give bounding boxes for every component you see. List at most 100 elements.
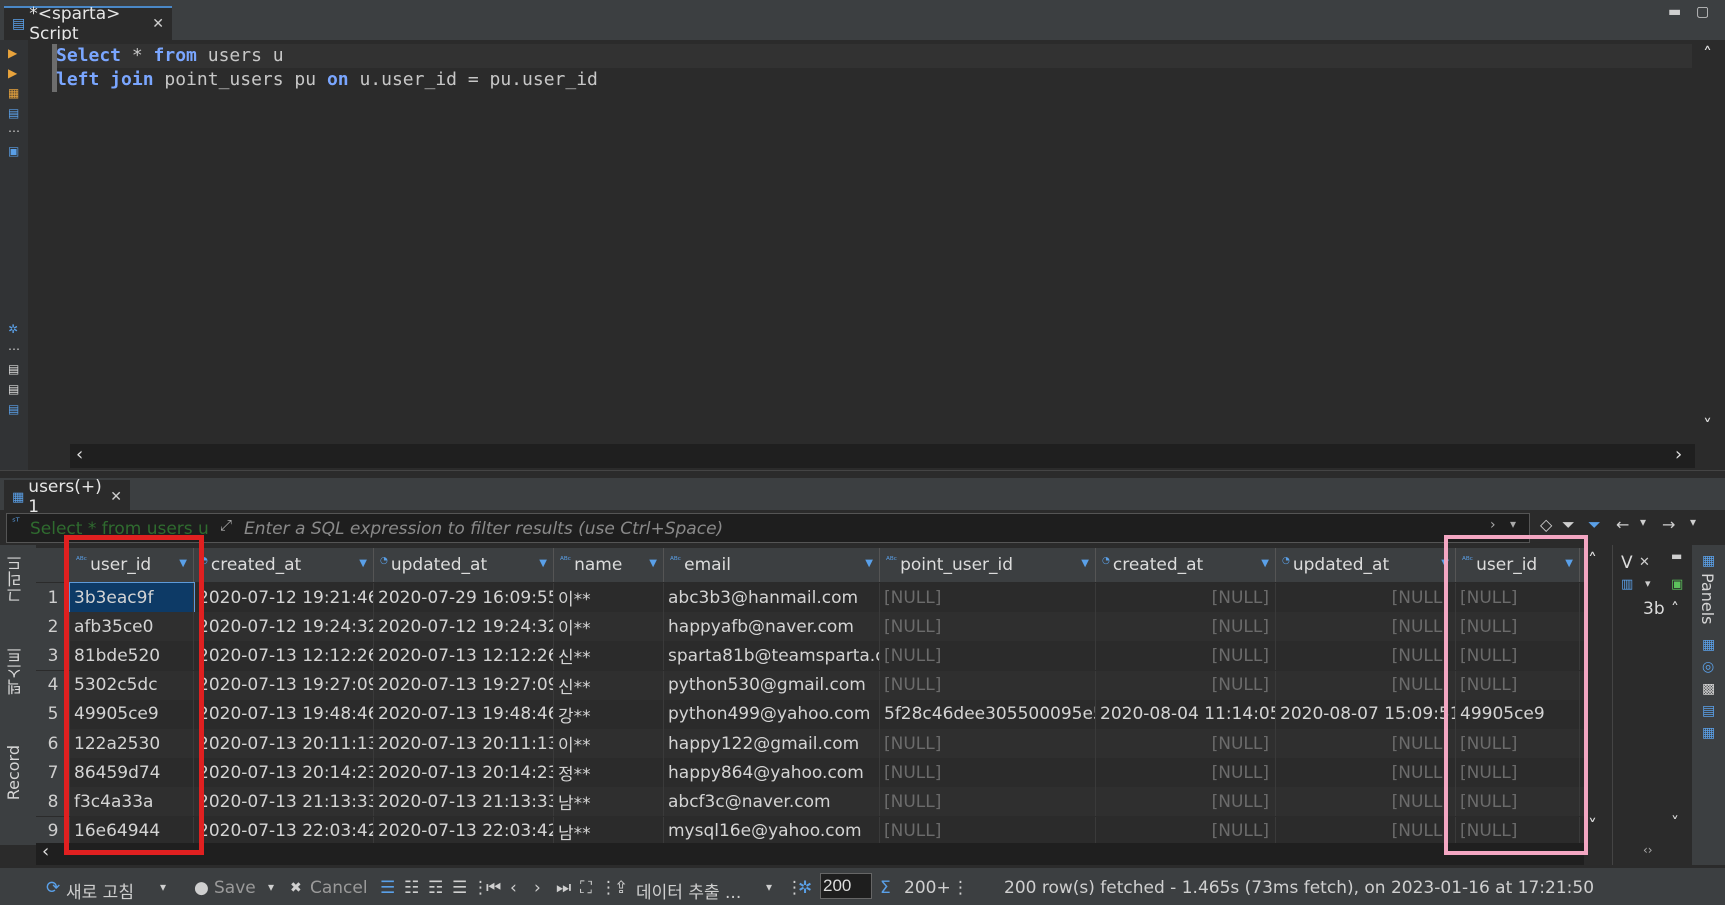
column-header-updated-at-2[interactable]: ◔ updated_at ▼ [1276, 548, 1456, 582]
execute-script-icon[interactable]: ▦ [8, 87, 20, 99]
sort-dropdown-icon[interactable]: ▼ [649, 558, 657, 569]
refresh-button[interactable]: 새로 고침 [66, 878, 134, 903]
cell-point-user-id[interactable]: 5f28c46dee305500095e5 [880, 699, 1096, 729]
chart-icon[interactable]: ▦ [1702, 725, 1715, 741]
add-row-icon[interactable]: ☷ [404, 878, 419, 898]
more-icon[interactable]: ⋮ [952, 878, 969, 898]
cell-created-at[interactable]: 2020-07-13 22:03:42 [194, 816, 374, 846]
fetch-count-icon[interactable]: Σ [880, 878, 891, 898]
cell-email[interactable]: abc3b3@hanmail.com [664, 583, 880, 612]
scroll-right-icon[interactable]: › [1675, 444, 1682, 465]
tab-grid[interactable]: 그리드 [4, 555, 28, 603]
close-icon[interactable]: ✕ [110, 489, 122, 505]
cell-name[interactable]: 이** [554, 729, 664, 758]
expand-icon[interactable]: ⤢ [220, 516, 232, 534]
save-dropdown-icon[interactable]: ▾ [268, 880, 274, 894]
editor-horizontal-scrollbar[interactable]: ‹ › [70, 444, 1695, 468]
cell-created-at-2[interactable]: [NULL] [1096, 729, 1276, 758]
tab-record[interactable]: Record [4, 745, 23, 800]
filter-icon[interactable]: ⏷ [1562, 515, 1575, 535]
cell-point-user-id[interactable]: [NULL] [880, 787, 1096, 817]
calc-icon[interactable]: ▤ [1702, 703, 1715, 719]
cell-updated-at-2[interactable]: [NULL] [1276, 758, 1456, 788]
cell-name[interactable]: 신** [554, 641, 664, 671]
cell-created-at-2[interactable]: [NULL] [1096, 641, 1276, 671]
column-header-email[interactable]: ᴬᴮᶜ email ▼ [664, 548, 880, 582]
cell-created-at-2[interactable]: [NULL] [1096, 816, 1276, 846]
cell-updated-at-2[interactable]: [NULL] [1276, 729, 1456, 758]
panels-vertical-tab[interactable]: ▦ Panels ▦ ◎ ▩ ▤ ▦ [1692, 545, 1725, 865]
cell-point-user-id[interactable]: [NULL] [880, 612, 1096, 642]
cell-email[interactable]: python499@yahoo.com [664, 699, 880, 729]
export-dropdown-icon[interactable]: ▾ [766, 880, 772, 894]
scroll-up-icon[interactable]: ˄ [1671, 599, 1679, 618]
column-header-created-at[interactable]: ◔ created_at ▼ [194, 548, 374, 582]
cell-updated-at[interactable]: 2020-07-13 20:11:13 [374, 729, 554, 758]
cancel-button[interactable]: Cancel [310, 878, 368, 898]
cell-updated-at-2[interactable]: [NULL] [1276, 583, 1456, 612]
copy-row-icon[interactable]: ☶ [428, 878, 443, 898]
save-value-icon[interactable]: ▣ [1671, 577, 1683, 592]
first-page-icon[interactable]: ⏮ [486, 878, 501, 898]
cell-created-at[interactable]: 2020-07-13 12:12:26 [194, 641, 374, 671]
grid-horizontal-scrollbar[interactable]: ‹ [36, 841, 1584, 865]
cell-updated-at[interactable]: 2020-07-13 20:14:23 [374, 758, 554, 788]
cell-created-at[interactable]: 2020-07-13 19:48:46 [194, 699, 374, 729]
cell-updated-at[interactable]: 2020-07-13 22:03:42 [374, 816, 554, 846]
grouping-icon[interactable]: ▩ [1702, 681, 1715, 697]
cell-email[interactable]: mysql16e@yahoo.com [664, 816, 880, 846]
last-page-icon[interactable]: ⏭ [556, 878, 571, 898]
cell-updated-at-2[interactable]: [NULL] [1276, 641, 1456, 671]
table-row[interactable]: 8 f3c4a33a 2020-07-13 21:13:33 2020-07-13 2… [36, 787, 1584, 817]
maximize-icon[interactable]: ▢ [1696, 4, 1709, 20]
cell-created-at[interactable]: 2020-07-13 20:11:13 [194, 729, 374, 758]
next-page-icon[interactable]: › [534, 878, 541, 898]
dropdown-icon[interactable]: ▾ [1645, 577, 1651, 590]
execute-icon[interactable]: ▶ [8, 47, 20, 59]
cell-point-user-id[interactable]: [NULL] [880, 816, 1096, 846]
fetch-all-icon[interactable]: ⛶ [580, 878, 592, 898]
cell-name[interactable]: 이** [554, 612, 664, 642]
table-row[interactable]: 9 16e64944 2020-07-13 22:03:42 2020-07-13 2… [36, 816, 1584, 846]
file-icon[interactable]: ▤ [8, 363, 20, 375]
export-button[interactable]: 데이터 추출 ... [636, 878, 741, 903]
save-button[interactable]: Save [214, 878, 256, 898]
cell-created-at-2[interactable]: [NULL] [1096, 758, 1276, 788]
forward-icon[interactable]: → [1662, 515, 1675, 534]
cell-email[interactable]: sparta81b@teamsparta.co [664, 641, 880, 671]
cell-updated-at[interactable]: 2020-07-13 21:13:33 [374, 787, 554, 817]
table-row[interactable]: 3 81bde520 2020-07-13 12:12:26 2020-07-13 1… [36, 641, 1584, 671]
refresh-dropdown-icon[interactable]: ▾ [160, 880, 166, 894]
explain-plan-icon[interactable]: ▤ [8, 107, 20, 119]
cell-point-user-id[interactable]: [NULL] [880, 758, 1096, 788]
sort-dropdown-icon[interactable]: ▼ [539, 558, 547, 569]
settings-icon[interactable]: ✲ [8, 323, 20, 335]
minimize-icon[interactable]: ▬ [1668, 4, 1681, 20]
filter-apply-icon[interactable]: ⏷ [1588, 515, 1601, 535]
cell-created-at[interactable]: 2020-07-13 20:14:23 [194, 758, 374, 788]
column-header-point-user-id[interactable]: ᴬᴮᶜ point_user_id ▼ [880, 548, 1096, 582]
refresh-icon[interactable]: ⟳ [46, 878, 60, 898]
scroll-down-icon[interactable]: ˅ [1703, 416, 1712, 437]
filter-bar[interactable] [6, 513, 1530, 543]
back-dropdown-icon[interactable]: ▾ [1640, 515, 1646, 529]
cell-created-at[interactable]: 2020-07-12 19:21:46 [194, 583, 374, 612]
filter-input[interactable]: Enter a SQL expression to filter results… [244, 519, 723, 539]
column-header-updated-at[interactable]: ◔ updated_at ▼ [374, 548, 554, 582]
cell-updated-at[interactable]: 2020-07-29 16:09:55 [374, 583, 554, 612]
more-icon[interactable]: ⋯ [8, 125, 20, 137]
result-limit-input[interactable] [820, 873, 872, 899]
table-row[interactable]: 2 afb35ce0 2020-07-12 19:24:32 2020-07-12 1… [36, 612, 1584, 642]
cell-created-at[interactable]: 2020-07-12 19:24:32 [194, 612, 374, 642]
column-header-created-at-2[interactable]: ◔ created_at ▼ [1096, 548, 1276, 582]
filter-dropdown-icon[interactable]: ▾ [1510, 517, 1516, 531]
sort-dropdown-icon[interactable]: ▼ [1081, 558, 1089, 569]
scroll-down-icon[interactable]: ˅ [1588, 816, 1597, 837]
cell-updated-at-2[interactable]: [NULL] [1276, 612, 1456, 642]
cell-updated-at[interactable]: 2020-07-12 19:24:32 [374, 612, 554, 642]
cell-email[interactable]: happyafb@naver.com [664, 612, 880, 642]
console-icon[interactable]: ▣ [8, 145, 20, 157]
cell-name[interactable]: 신** [554, 670, 664, 700]
cell-updated-at[interactable]: 2020-07-13 19:27:09 [374, 670, 554, 700]
table-row[interactable]: 7 86459d74 2020-07-13 20:14:23 2020-07-13 2… [36, 758, 1584, 788]
